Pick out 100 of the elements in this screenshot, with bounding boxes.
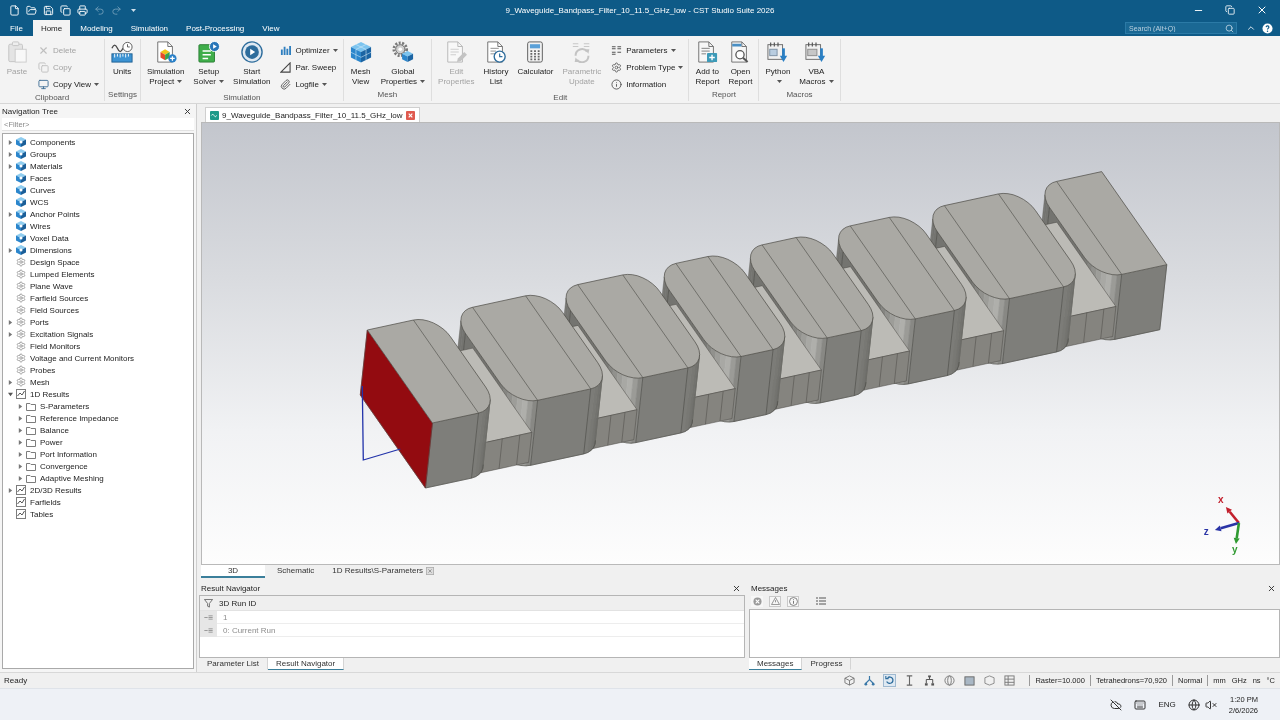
cube-outline-icon[interactable]	[844, 675, 856, 686]
tree-item[interactable]: Curves	[3, 184, 193, 196]
tree-item[interactable]: 1D Results	[3, 388, 193, 400]
warnings-toggle-button[interactable]	[769, 595, 781, 607]
ribbon-tab[interactable]: View	[254, 20, 288, 36]
square-icon[interactable]	[964, 675, 976, 686]
parameters-button[interactable]: Parameters	[609, 42, 686, 59]
tray-button[interactable]	[1134, 698, 1147, 711]
tree-item[interactable]: Components	[3, 136, 193, 148]
info-toggle-button[interactable]	[787, 595, 799, 607]
expand-arrow-icon[interactable]	[8, 319, 13, 325]
network-icon[interactable]	[864, 675, 876, 686]
tree-item[interactable]: Probes	[3, 364, 193, 376]
expand-arrow-icon[interactable]	[18, 475, 23, 481]
tree-item[interactable]: Reference Impedance	[3, 412, 193, 424]
tree-item[interactable]: Design Space	[3, 256, 193, 268]
rotate-icon[interactable]	[884, 675, 896, 686]
tree-item[interactable]: Plane Wave	[3, 280, 193, 292]
expand-arrow-icon[interactable]	[8, 379, 13, 385]
expand-arrow-icon[interactable]	[18, 403, 23, 409]
panel-tab[interactable]: Result Navigator	[268, 658, 345, 670]
setup-solver-button[interactable]: Setup Solver	[190, 39, 228, 87]
expand-arrow-icon[interactable]	[8, 151, 13, 157]
errors-toggle-button[interactable]	[751, 595, 763, 607]
python-button[interactable]: Python	[762, 39, 794, 87]
ribbon-tab[interactable]: Home	[32, 20, 71, 36]
column-header[interactable]: 3D Run ID	[200, 596, 744, 611]
tray-button[interactable]	[1187, 698, 1217, 711]
mesh-view-button[interactable]: Mesh View	[346, 39, 375, 87]
quick-access-button[interactable]	[43, 4, 54, 16]
collapse-arrow-icon[interactable]	[8, 391, 13, 397]
tree-item[interactable]: Convergence	[3, 460, 193, 472]
calculator-button[interactable]: Calculator	[514, 39, 557, 77]
tray-button[interactable]	[1110, 698, 1123, 711]
ribbon-tab[interactable]: Simulation	[122, 20, 177, 36]
ribbon-tab[interactable]: Post-Processing	[178, 20, 253, 36]
tree-item[interactable]: Port Information	[3, 448, 193, 460]
tree-item[interactable]: Excitation Signals	[3, 328, 193, 340]
tree-item[interactable]: Lumped Elements	[3, 268, 193, 280]
expand-arrow-icon[interactable]	[8, 247, 13, 253]
hexagon-icon[interactable]	[984, 675, 996, 686]
tree-item[interactable]: Faces	[3, 172, 193, 184]
tree-item[interactable]: Field Sources	[3, 304, 193, 316]
tree-item[interactable]: Balance	[3, 424, 193, 436]
sheet-tab[interactable]: 1D Results\S-Parameters	[326, 565, 441, 578]
language-indicator[interactable]: ENG	[1158, 700, 1176, 709]
expand-arrow-icon[interactable]	[8, 331, 13, 337]
expand-arrow-icon[interactable]	[18, 451, 23, 457]
grid-icon[interactable]	[1004, 675, 1016, 686]
tree-item[interactable]: Dimensions	[3, 244, 193, 256]
ribbon-tab[interactable]: Modeling	[72, 20, 121, 36]
tree-item[interactable]: S-Parameters	[3, 400, 193, 412]
expand-arrow-icon[interactable]	[18, 463, 23, 469]
help-button[interactable]	[1259, 20, 1276, 36]
tree-item[interactable]: Ports	[3, 316, 193, 328]
tree-item[interactable]: Anchor Points	[3, 208, 193, 220]
history-list-button[interactable]: History List	[480, 39, 512, 87]
information-button[interactable]: Information	[609, 76, 686, 93]
document-tab[interactable]: 9_Waveguide_Bandpass_Filter_10_11.5_GHz_low	[205, 107, 420, 122]
tree-item[interactable]: Field Monitors	[3, 340, 193, 352]
result-row[interactable]: 0: Current Run	[200, 624, 744, 637]
tree-item[interactable]: 2D/3D Results	[3, 484, 193, 496]
panel-tab[interactable]: Messages	[749, 658, 803, 670]
open-report-button[interactable]: Open Report	[725, 39, 756, 87]
sheet-tab[interactable]: Schematic	[271, 565, 321, 578]
vba-macros-button[interactable]: VBA Macros	[796, 39, 837, 87]
expand-arrow-icon[interactable]	[8, 211, 13, 217]
tree-item[interactable]: Farfields	[3, 496, 193, 508]
tree-item[interactable]: Materials	[3, 160, 193, 172]
sphere-icon[interactable]	[944, 675, 956, 686]
3d-viewport[interactable]: x z y	[201, 122, 1280, 565]
expand-arrow-icon[interactable]	[8, 163, 13, 169]
start-simulation-button[interactable]: Start Simulation	[230, 39, 274, 87]
expand-arrow-icon[interactable]	[18, 439, 23, 445]
sheet-tab[interactable]: 3D	[201, 565, 265, 578]
expand-arrow-icon[interactable]	[8, 139, 13, 145]
simulation-project-button[interactable]: Simulation Project	[144, 39, 188, 87]
quick-access-button[interactable]	[26, 4, 37, 16]
copy-view-button[interactable]: Copy View	[36, 76, 102, 93]
tree-item[interactable]: Adaptive Meshing	[3, 472, 193, 484]
tree-item[interactable]: WCS	[3, 196, 193, 208]
tree-item[interactable]: Groups	[3, 148, 193, 160]
result-row[interactable]: 1	[200, 611, 744, 624]
logfile-button[interactable]: Logfile	[278, 76, 340, 93]
expand-arrow-icon[interactable]	[18, 427, 23, 433]
tree-item[interactable]: Power	[3, 436, 193, 448]
expand-arrow-icon[interactable]	[8, 487, 13, 493]
problem-type-button[interactable]: Problem Type	[609, 59, 686, 76]
tree-item[interactable]: Farfield Sources	[3, 292, 193, 304]
tree-item[interactable]: Voltage and Current Monitors	[3, 352, 193, 364]
par-sweep-button[interactable]: Par. Sweep	[278, 59, 340, 76]
optimizer-button[interactable]: Optimizer	[278, 42, 340, 59]
tree-item[interactable]: Tables	[3, 508, 193, 520]
add-to-report-button[interactable]: Add to Report	[692, 39, 723, 87]
tree-item[interactable]: Voxel Data	[3, 232, 193, 244]
hierarchy-icon[interactable]	[924, 675, 936, 686]
quick-access-button[interactable]	[60, 4, 71, 16]
tree-item[interactable]: Mesh	[3, 376, 193, 388]
expand-arrow-icon[interactable]	[18, 415, 23, 421]
ribbon-tab[interactable]: File	[2, 20, 31, 36]
